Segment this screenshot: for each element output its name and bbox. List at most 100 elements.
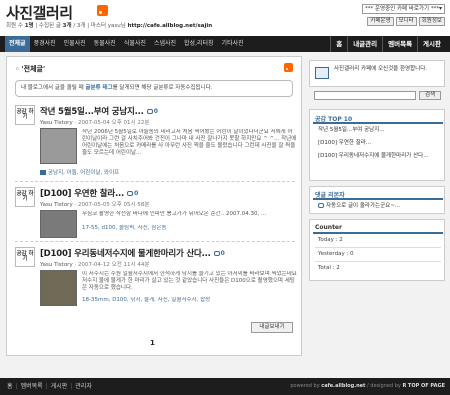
credit-site[interactable]: cafe.allblog.net (321, 383, 365, 389)
post-title-text[interactable]: [D100] 우연한 찰라... (40, 189, 124, 199)
tab-all-posts[interactable]: 전체글 (5, 36, 30, 52)
post-date: 2007-04-12 오전 11시 44분 (77, 262, 150, 268)
like-label: 공감 하기 (16, 191, 34, 202)
category-tabs: 전체글 풍경사진 인물사진 동물사진 식물사진 스냅사진 합성,리터칭 기타사진 (5, 36, 248, 52)
nav-home[interactable]: 홈 (330, 36, 347, 52)
post-item: 공감 하기 작년 5월5일...부여 궁남지... 0 Yasu Tistory … (15, 105, 297, 177)
tab-animal[interactable]: 동물사진 (90, 36, 120, 52)
pagination-current[interactable]: 1 (150, 339, 155, 347)
post-thumbnail[interactable] (40, 210, 77, 238)
top10-item[interactable]: 작년 5월5일...부여 궁남지... (318, 127, 442, 134)
counter-title: Counter (315, 224, 342, 231)
cafe-jump-select[interactable]: *** 운영중인 카페 바로가기 *** (362, 4, 445, 14)
post-author[interactable]: Yasu Tistory (40, 262, 73, 268)
like-avatar[interactable]: 공감 하기 (15, 187, 35, 207)
comment-bubble-icon (318, 203, 324, 208)
post-title[interactable]: [D100] 우연한 찰라... 0 (40, 187, 138, 199)
post-title[interactable]: 작년 5월5일...부여 궁남지... 0 (40, 105, 158, 117)
top-of-page-link[interactable]: TOP OF PAGE (408, 383, 445, 389)
top10-item[interactable]: [D100] 우리동네저수지에 물게한마리가 산다... (318, 153, 442, 160)
search-button[interactable]: 검색 (419, 91, 441, 100)
search-box: 검색 (309, 89, 445, 103)
footer-admin[interactable]: 관리자 (72, 378, 95, 395)
post-tags-text[interactable]: 궁남지, 아들, 어린이날, 와이프 (48, 170, 119, 176)
comment-item[interactable]: 자동으로 글이 올라가는군요~... (318, 203, 442, 210)
comment-item-text[interactable]: 자동으로 글이 올라가는군요~... (326, 203, 400, 209)
info-rest: / 3개 | 마스터 (73, 23, 107, 29)
post-thumbnail[interactable] (40, 128, 77, 164)
like-avatar[interactable]: 공감 하기 (15, 247, 35, 267)
tab-plant[interactable]: 식물사진 (120, 36, 150, 52)
counter-box: Counter Today : 2 Yesterday : 0 Total : … (309, 219, 445, 281)
post-meta: Yasu Tistory · 2007-04-12 오전 11시 44분 (40, 262, 150, 268)
footer-members[interactable]: 멤버목록 (18, 378, 46, 395)
top10-item[interactable]: [D100] 우연한 찰라... (318, 140, 442, 147)
utility-nav: 홈 내글관리 멤버목록 게시판 (330, 36, 446, 52)
counter-divider (315, 261, 441, 262)
post-item: 공감 하기 [D100] 우리동네저수지에 물게한마리가 산다... 0 Yasu… (15, 247, 297, 319)
main-nav: 전체글 풍경사진 인물사진 동물사진 식물사진 스냅사진 합성,리터칭 기타사진… (0, 36, 450, 52)
counter-total: Total : 2 (318, 265, 438, 271)
monitor-button[interactable]: 모니터 (395, 17, 417, 26)
site-url[interactable]: http://cafe.allblog.net/sajin (128, 23, 213, 29)
member-info-button[interactable]: 회원정보 (418, 17, 445, 26)
counter-divider (315, 247, 441, 248)
comment-count[interactable]: 0 (221, 250, 225, 257)
counter-label: Total (318, 265, 331, 271)
section-title-text: '전체글' (21, 65, 46, 73)
rss-icon[interactable] (97, 5, 108, 16)
footer-board[interactable]: 게시판 (48, 378, 71, 395)
post-tags-inline[interactable]: 17-55, d100, 올림픽, 사진, 삼은동 (82, 225, 297, 234)
post-thumbnail[interactable] (40, 270, 77, 306)
top10-box: 공감 TOP 10 작년 5월5일...부여 궁남지... [D100] 우연한… (309, 109, 445, 181)
search-input[interactable] (314, 91, 416, 100)
share-post-button[interactable]: 내글보내기 (251, 322, 293, 333)
footer-home[interactable]: 홈 (4, 378, 16, 395)
post-title-text[interactable]: [D100] 우리동네저수지에 물게한마리가 산다... (40, 249, 211, 259)
post-title-text[interactable]: 작년 5월5일...부여 궁남지... (40, 107, 144, 117)
like-label: 공감 하기 (16, 109, 34, 120)
post-date: 2007-05-04 오후 01시 22분 (77, 120, 150, 126)
info-posts-label: | 수집된 글 (35, 23, 61, 29)
recent-comments-box: 댓글 리본자 자동으로 글이 올라가는군요~... (309, 186, 445, 214)
section-rss-icon[interactable] (284, 63, 293, 72)
notice-prefix: 내 블로그에서 글을 올릴 때 (21, 85, 84, 91)
tab-landscape[interactable]: 풍경사진 (30, 36, 60, 52)
tab-portrait[interactable]: 인물사진 (60, 36, 90, 52)
main-content: ◦ '전체글' 내 블로그에서 글을 올릴 때 글분류 태그를 달게되면 해당 글… (6, 56, 302, 356)
info-posts: 3개 (62, 23, 72, 29)
top10-rule (313, 122, 443, 124)
welcome-box: 사진갤러리 카페에 오신것을 환영합니다. (309, 60, 445, 87)
tab-composite[interactable]: 합성,리터칭 (180, 36, 218, 52)
tab-snap[interactable]: 스냅사진 (150, 36, 180, 52)
post-item: 공감 하기 [D100] 우연한 찰라... 0 Yasu Tistory · 2… (15, 187, 297, 239)
footer-credit: powered by cafe.allblog.net / designed b… (290, 378, 445, 395)
credit-prefix: powered by (290, 383, 320, 389)
cafe-admin-button[interactable]: 카페운영 (367, 17, 394, 26)
post-tags-inline[interactable]: 18-35mm, D100, 낚시, 물게, 사진, 일월저수지, 합성 (82, 297, 297, 305)
post-excerpt: 무심코 촬영한 작천항 바다에 인파만 봉고가가 뒤어오온 순간.. 2007.… (82, 211, 267, 217)
info-prefix: 회원 수 (6, 23, 23, 29)
post-meta: Yasu Tistory · 2007-05-04 오후 01시 22분 (40, 120, 150, 126)
nav-board[interactable]: 게시판 (417, 36, 446, 52)
nav-my-posts[interactable]: 내글관리 (347, 36, 382, 52)
site-title[interactable]: 사진갤러리 (6, 2, 73, 23)
post-date: 2007-05-05 오후 05시 58분 (77, 202, 150, 208)
post-title[interactable]: [D100] 우리동네저수지에 물게한마리가 산다... 0 (40, 247, 225, 259)
section-bullet-icon: ◦ (15, 65, 20, 73)
comment-count[interactable]: 0 (154, 108, 158, 115)
like-label: 공감 하기 (16, 251, 34, 262)
tab-other[interactable]: 기타사진 (218, 36, 248, 52)
info-master: yasu님 (107, 23, 126, 29)
post-excerpt: 작년 2006년 5월5일로 아들놈의 데리고서 처음 찍어봤는 어린이 날이었… (82, 129, 297, 156)
footer: 홈 | 멤버목록 | 게시판 | 관리자 powered by cafe.all… (0, 378, 450, 395)
section-title: ◦ '전체글' (15, 64, 45, 74)
comment-count[interactable]: 0 (134, 190, 138, 197)
like-avatar[interactable]: 공감 하기 (15, 105, 35, 125)
info-members: 1명 (24, 23, 34, 29)
post-author[interactable]: Yasu Tistory (40, 202, 73, 208)
comment-icon (213, 251, 220, 256)
post-author[interactable]: Yasu Tistory (40, 120, 73, 126)
nav-members[interactable]: 멤버목록 (382, 36, 417, 52)
counter-label: Today (318, 237, 334, 243)
